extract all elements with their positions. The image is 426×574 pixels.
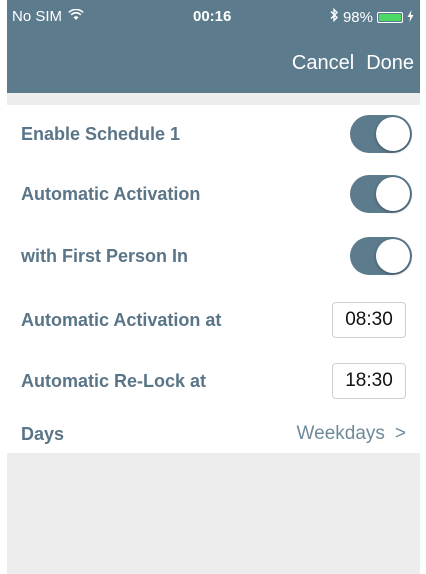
enable-schedule-toggle[interactable] — [350, 115, 412, 153]
carrier-group: No SIM — [12, 8, 84, 25]
automatic-activation-row: Automatic Activation — [7, 165, 420, 223]
charging-bolt-icon — [407, 9, 414, 26]
cancel-button[interactable]: Cancel — [292, 52, 354, 75]
status-right-group: 98% — [329, 7, 414, 26]
relock-time-field[interactable]: 18:30 — [332, 363, 406, 399]
enable-schedule-label: Enable Schedule 1 — [21, 123, 181, 144]
chevron-right-icon: > — [394, 423, 406, 444]
automatic-activation-toggle[interactable] — [350, 175, 412, 213]
schedule-settings: Enable Schedule 1 Automatic Activation w… — [7, 105, 420, 453]
days-label: Days — [21, 423, 65, 444]
days-value: Weekdays — [296, 423, 385, 444]
days-selector[interactable]: Weekdays > — [297, 423, 406, 445]
toggle-knob — [376, 177, 410, 211]
battery-icon — [377, 11, 403, 23]
toggle-knob — [376, 117, 410, 151]
wifi-icon — [68, 8, 84, 25]
status-bar: No SIM 00:16 98% — [7, 0, 420, 34]
battery-percent: 98% — [342, 8, 373, 26]
phone-screen: No SIM 00:16 98% Cancel Done Enable Sche… — [7, 0, 420, 574]
clock: 00:16 — [193, 8, 232, 25]
activation-time-row: Automatic Activation at 08:30 — [7, 291, 420, 349]
first-person-in-toggle[interactable] — [350, 237, 412, 275]
navigation-bar: No SIM 00:16 98% Cancel Done — [7, 0, 420, 93]
done-button[interactable]: Done — [366, 52, 414, 75]
carrier-label: No SIM — [12, 8, 63, 25]
enable-schedule-row: Enable Schedule 1 — [7, 105, 420, 163]
days-row[interactable]: Days Weekdays > — [7, 407, 420, 461]
automatic-activation-label: Automatic Activation — [21, 183, 201, 204]
bluetooth-icon — [329, 7, 339, 26]
relock-time-label: Automatic Re-Lock at — [21, 370, 207, 391]
nav-actions: Cancel Done — [292, 52, 414, 75]
activation-time-label: Automatic Activation at — [21, 309, 222, 330]
activation-time-field[interactable]: 08:30 — [332, 302, 406, 338]
first-person-in-label: with First Person In — [21, 245, 189, 266]
toggle-knob — [376, 239, 410, 273]
first-person-in-row: with First Person In — [7, 227, 420, 285]
relock-time-row: Automatic Re-Lock at 18:30 — [7, 352, 420, 410]
